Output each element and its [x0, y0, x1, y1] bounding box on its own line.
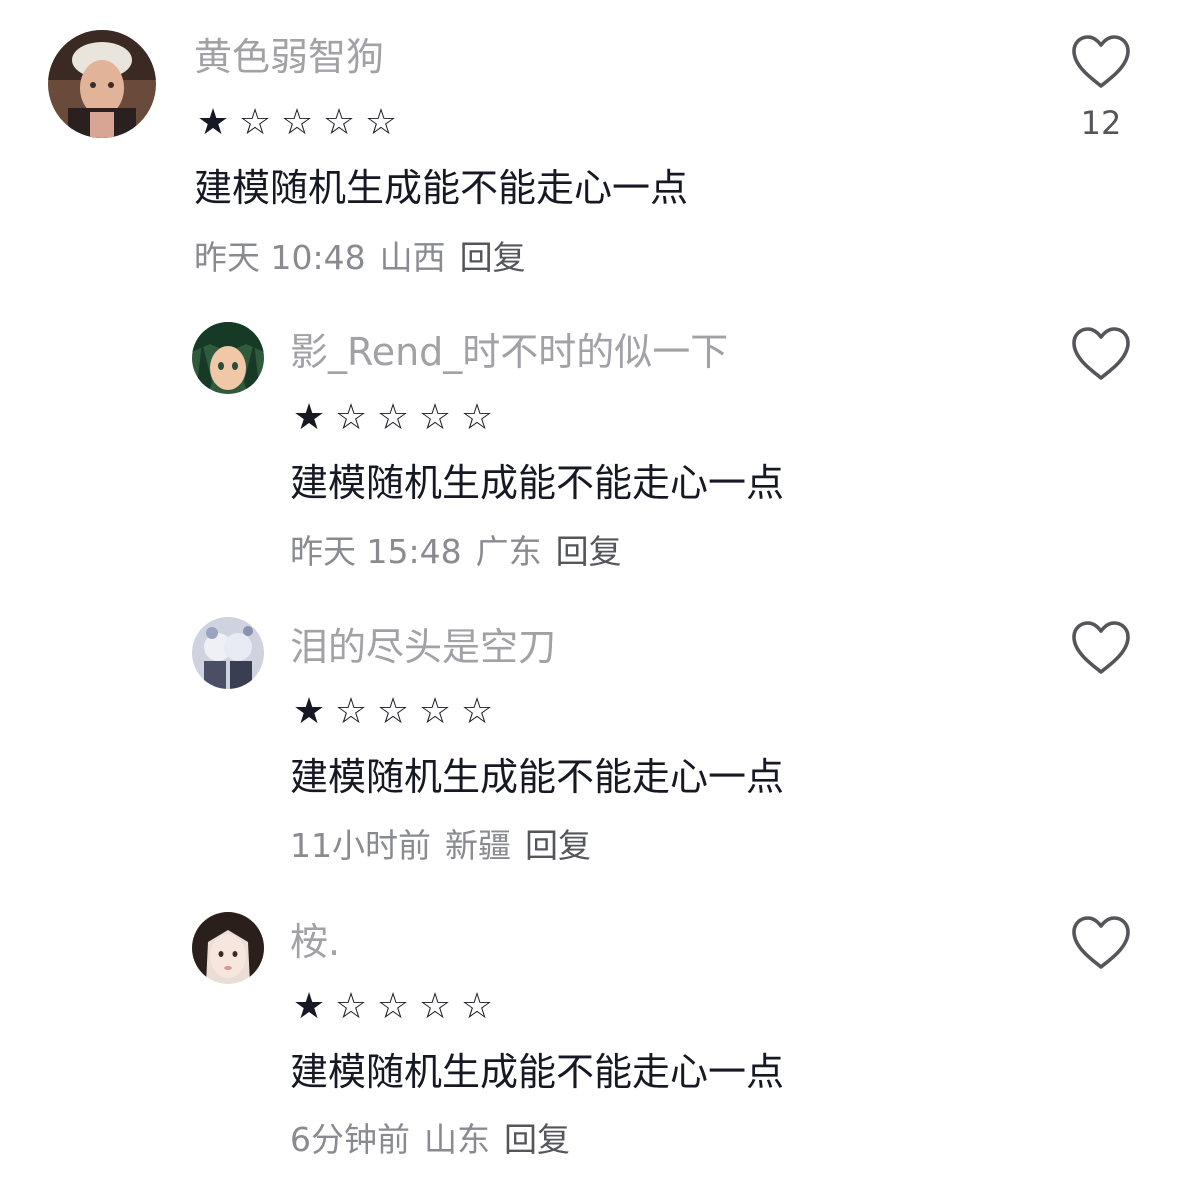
comment-meta: 昨天 10:48 山西 回复 [194, 238, 526, 278]
star-empty-icon: ☆ [364, 102, 398, 143]
comment-meta: 昨天 15:48 广东 回复 [290, 532, 622, 572]
star-empty-icon: ☆ [460, 691, 494, 732]
star-empty-icon: ☆ [376, 986, 410, 1027]
avatar[interactable] [192, 617, 264, 689]
star-empty-icon: ☆ [238, 102, 272, 143]
star-filled-icon: ★ [292, 397, 326, 438]
comment-text: 建模随机生成能不能走心一点 [290, 1050, 785, 1094]
comment-text: 建模随机生成能不能走心一点 [290, 461, 785, 505]
heart-outline-icon [1072, 916, 1130, 969]
star-rating: ★ ☆ ☆ ☆ ☆ [288, 692, 498, 732]
like-button[interactable] [1070, 620, 1132, 676]
reply-item: 桉. ★ ☆ ☆ ☆ ☆ 建模随机生成能不能走心一点 6分钟前 山东 回复 [0, 890, 1179, 1185]
username[interactable]: 影_Rend_时不时的似一下 [290, 329, 728, 375]
star-empty-icon: ☆ [334, 397, 368, 438]
avatar[interactable] [48, 30, 156, 138]
avatar[interactable] [192, 912, 264, 984]
like-button[interactable] [1070, 326, 1132, 382]
comment-text: 建模随机生成能不能走心一点 [194, 166, 689, 210]
comment-region: 山东 [424, 1120, 490, 1159]
star-empty-icon: ☆ [460, 986, 494, 1027]
star-empty-icon: ☆ [376, 397, 410, 438]
heart-outline-icon [1072, 327, 1130, 380]
comment-time: 昨天 10:48 [194, 238, 366, 277]
comment-region: 山西 [379, 238, 446, 277]
username[interactable]: 泪的尽头是空刀 [290, 624, 556, 670]
comment-time: 11小时前 [290, 826, 431, 865]
reply-button[interactable]: 回复 [525, 826, 591, 865]
comment-time: 6分钟前 [290, 1120, 410, 1159]
star-filled-icon: ★ [292, 691, 326, 732]
like-button[interactable] [1070, 915, 1132, 971]
username[interactable]: 桉. [290, 919, 340, 965]
star-empty-icon: ☆ [418, 986, 452, 1027]
comment-time: 昨天 15:48 [290, 532, 462, 571]
comment-item: 黄色弱智狗 ★ ☆ ☆ ☆ ☆ 建模随机生成能不能走心一点 昨天 10:48 山西 回复 1… [0, 0, 1179, 290]
star-empty-icon: ☆ [418, 691, 452, 732]
star-rating: ★ ☆ ☆ ☆ ☆ [192, 103, 402, 143]
reply-button[interactable]: 回复 [504, 1120, 570, 1159]
comment-region: 新疆 [445, 826, 511, 865]
star-rating: ★ ☆ ☆ ☆ ☆ [288, 398, 498, 438]
like-count: 12 [1080, 104, 1122, 142]
like-button[interactable] [1070, 34, 1132, 90]
username[interactable]: 黄色弱智狗 [194, 34, 384, 80]
comment-region: 广东 [475, 532, 542, 571]
star-empty-icon: ☆ [322, 102, 356, 143]
reply-button[interactable]: 回复 [460, 238, 526, 277]
star-empty-icon: ☆ [280, 102, 314, 143]
star-empty-icon: ☆ [460, 397, 494, 438]
comment-meta: 6分钟前 山东 回复 [290, 1120, 570, 1160]
star-filled-icon: ★ [292, 986, 326, 1027]
comment-meta: 11小时前 新疆 回复 [290, 826, 591, 866]
star-empty-icon: ☆ [334, 691, 368, 732]
star-rating: ★ ☆ ☆ ☆ ☆ [288, 987, 498, 1027]
avatar[interactable] [192, 322, 264, 394]
star-empty-icon: ☆ [334, 986, 368, 1027]
star-empty-icon: ☆ [376, 691, 410, 732]
star-empty-icon: ☆ [418, 397, 452, 438]
reply-button[interactable]: 回复 [556, 532, 622, 571]
heart-outline-icon [1072, 621, 1130, 674]
heart-outline-icon [1072, 35, 1130, 88]
reply-item: 泪的尽头是空刀 ★ ☆ ☆ ☆ ☆ 建模随机生成能不能走心一点 11小时前 新疆 回复 [0, 595, 1179, 885]
reply-item: 影_Rend_时不时的似一下 ★ ☆ ☆ ☆ ☆ 建模随机生成能不能走心一点 昨天 15… [0, 300, 1179, 590]
comment-text: 建模随机生成能不能走心一点 [290, 755, 785, 799]
star-filled-icon: ★ [196, 102, 230, 143]
